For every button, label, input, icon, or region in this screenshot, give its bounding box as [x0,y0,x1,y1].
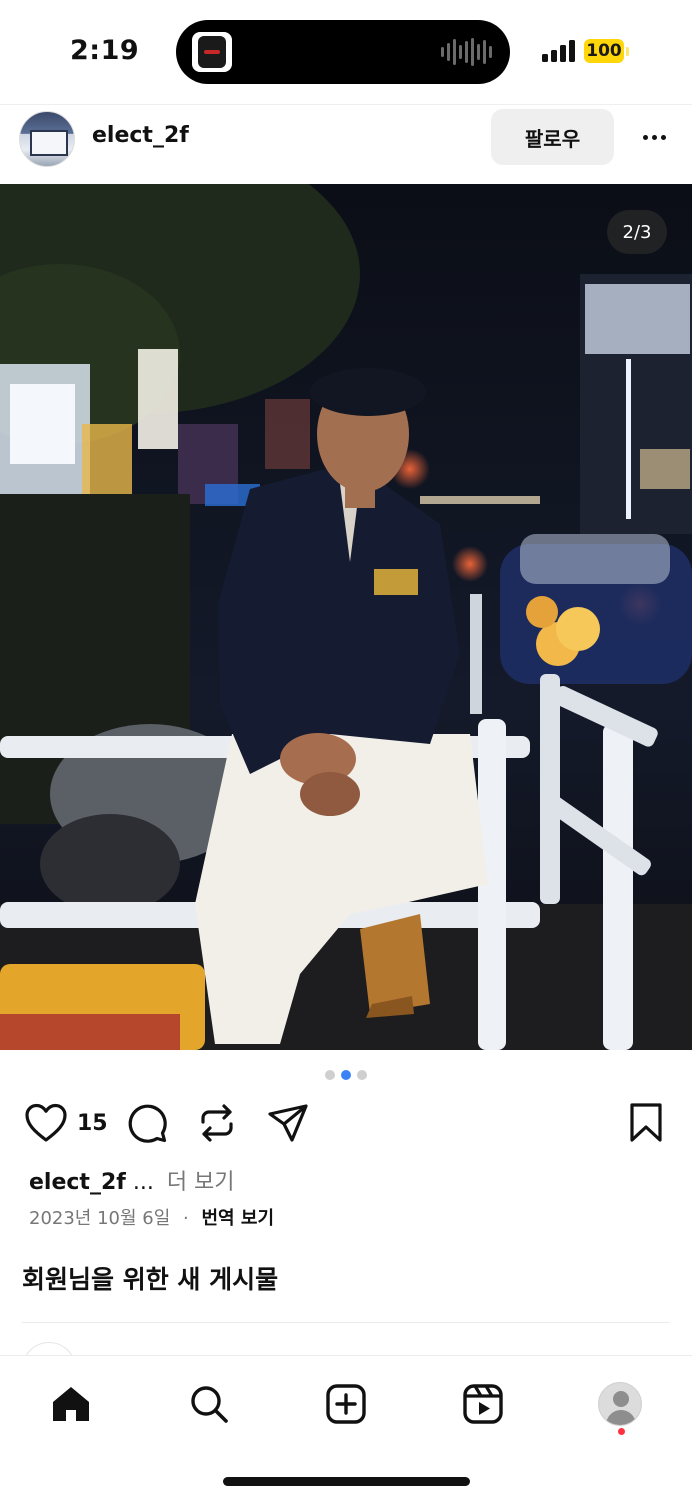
photo-scene [0,184,692,1050]
bookmark-icon[interactable] [628,1102,664,1144]
battery-level: 100 [584,39,624,63]
new-posts-heading: 회원님을 위한 새 게시물 [22,1265,279,1294]
audio-waveform-icon [441,38,492,66]
battery-icon: 100 [584,39,629,63]
reels-icon[interactable] [462,1383,504,1425]
carousel-dot [325,1070,335,1080]
search-icon[interactable] [188,1383,230,1425]
comment-icon[interactable] [126,1102,168,1144]
share-icon[interactable] [266,1102,310,1144]
home-indicator[interactable] [223,1477,470,1486]
post-header: elect_2f 팔로우 [0,104,692,184]
caption-more-link[interactable]: 더 보기 [167,1170,235,1195]
heart-icon[interactable] [24,1102,68,1144]
create-plus-icon[interactable] [325,1383,367,1425]
repost-action[interactable] [196,1100,238,1146]
comment-action[interactable] [126,1100,168,1146]
more-options-icon[interactable] [634,119,674,155]
repost-icon[interactable] [196,1102,238,1144]
post-author-avatar[interactable] [19,111,75,167]
carousel-dot [357,1070,367,1080]
tab-home[interactable] [41,1374,101,1434]
divider [22,1322,670,1323]
profile-avatar[interactable] [598,1382,642,1426]
post-actions: 15 [0,1100,692,1148]
cellular-signal-icon [542,40,575,62]
like-count[interactable]: 15 [77,1111,108,1136]
caption-ellipsis: ... [132,1170,154,1195]
share-action[interactable] [266,1100,310,1146]
follow-button[interactable]: 팔로우 [491,109,614,165]
carousel-counter: 2/3 [607,210,667,254]
tab-profile[interactable] [590,1374,650,1434]
status-time: 2:19 [70,35,140,66]
translate-link[interactable]: 번역 보기 [202,1208,275,1229]
now-playing-album-art [192,32,232,72]
bookmark-action[interactable] [628,1100,664,1146]
dynamic-island[interactable] [176,20,510,84]
meta-separator: · [183,1208,189,1229]
tab-reels[interactable] [453,1374,513,1434]
like-action[interactable]: 15 [24,1100,108,1146]
post-author-username[interactable]: elect_2f [92,123,189,148]
tab-search[interactable] [179,1374,239,1434]
carousel-indicator [0,1070,692,1080]
tab-create[interactable] [316,1374,376,1434]
home-icon[interactable] [50,1383,92,1425]
bottom-tab-bar [0,1355,692,1500]
caption-username[interactable]: elect_2f [29,1170,126,1195]
post-date: 2023년 10월 6일 [29,1208,171,1229]
post-caption[interactable]: elect_2f ... 더 보기 [29,1164,235,1196]
profile-notification-dot [618,1428,625,1435]
carousel-dot-active [341,1070,351,1080]
post-meta: 2023년 10월 6일 · 번역 보기 [29,1204,274,1230]
status-bar: 2:19 100 [0,0,692,102]
post-photo[interactable]: 2/3 [0,184,692,1050]
